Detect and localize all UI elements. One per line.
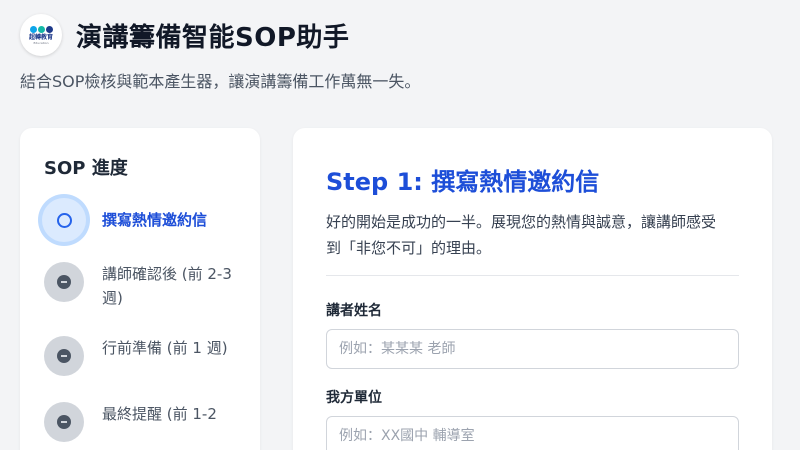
app-page: 超轉教育 Education 演講籌備智能SOP助手 結合SOP檢核與範本產生器… — [0, 0, 800, 450]
step-label: 最終提醒 (前 1-2 — [102, 405, 217, 423]
logo: 超轉教育 Education — [20, 14, 62, 56]
app-title: 演講籌備智能SOP助手 — [76, 22, 350, 53]
header: 超轉教育 Education 演講籌備智能SOP助手 — [20, 14, 349, 56]
organization-input[interactable] — [326, 416, 739, 450]
step-label: 行前準備 (前 1 週) — [102, 339, 228, 357]
step-description: 好的開始是成功的一半。展現您的熱情與誠意，讓講師感受到「非您不可」的理由。 — [326, 213, 717, 257]
step-pending-icon — [44, 262, 84, 302]
step-item-confirmation[interactable]: 講師確認後 (前 2-3 週) — [44, 262, 236, 310]
sop-progress-sidebar: SOP 進度 撰寫熱情邀約信 講師確認後 (前 2-3 週) 行前準備 (前 1… — [20, 128, 260, 450]
logo-mark-icon — [29, 25, 53, 33]
speaker-name-label: 講者姓名 — [326, 303, 382, 319]
step-item-invitation[interactable]: 撰寫熱情邀約信 — [42, 198, 236, 242]
step-content-panel: Step 1: 撰寫熱情邀約信 好的開始是成功的一半。展現您的熱情與誠意，讓講師… — [293, 128, 772, 450]
speaker-name-input[interactable] — [326, 329, 739, 369]
step-active-icon — [42, 198, 86, 242]
step-item-final-reminder[interactable]: 最終提醒 (前 1-2 — [44, 402, 236, 442]
step-pending-icon — [44, 336, 84, 376]
step-title: Step 1: 撰寫熱情邀約信 — [326, 168, 600, 196]
logo-text: 超轉教育 — [28, 33, 53, 41]
divider — [326, 275, 739, 276]
step-pending-icon — [44, 402, 84, 442]
step-label: 撰寫熱情邀約信 — [102, 211, 208, 229]
sidebar-title: SOP 進度 — [44, 158, 128, 179]
step-item-preparation[interactable]: 行前準備 (前 1 週) — [44, 336, 236, 376]
app-subtitle: 結合SOP檢核與範本產生器，讓演講籌備工作萬無一失。 — [20, 72, 421, 91]
step-label: 講師確認後 (前 2-3 週) — [102, 265, 232, 307]
organization-label: 我方單位 — [326, 390, 382, 406]
logo-subtext: Education — [33, 40, 49, 45]
